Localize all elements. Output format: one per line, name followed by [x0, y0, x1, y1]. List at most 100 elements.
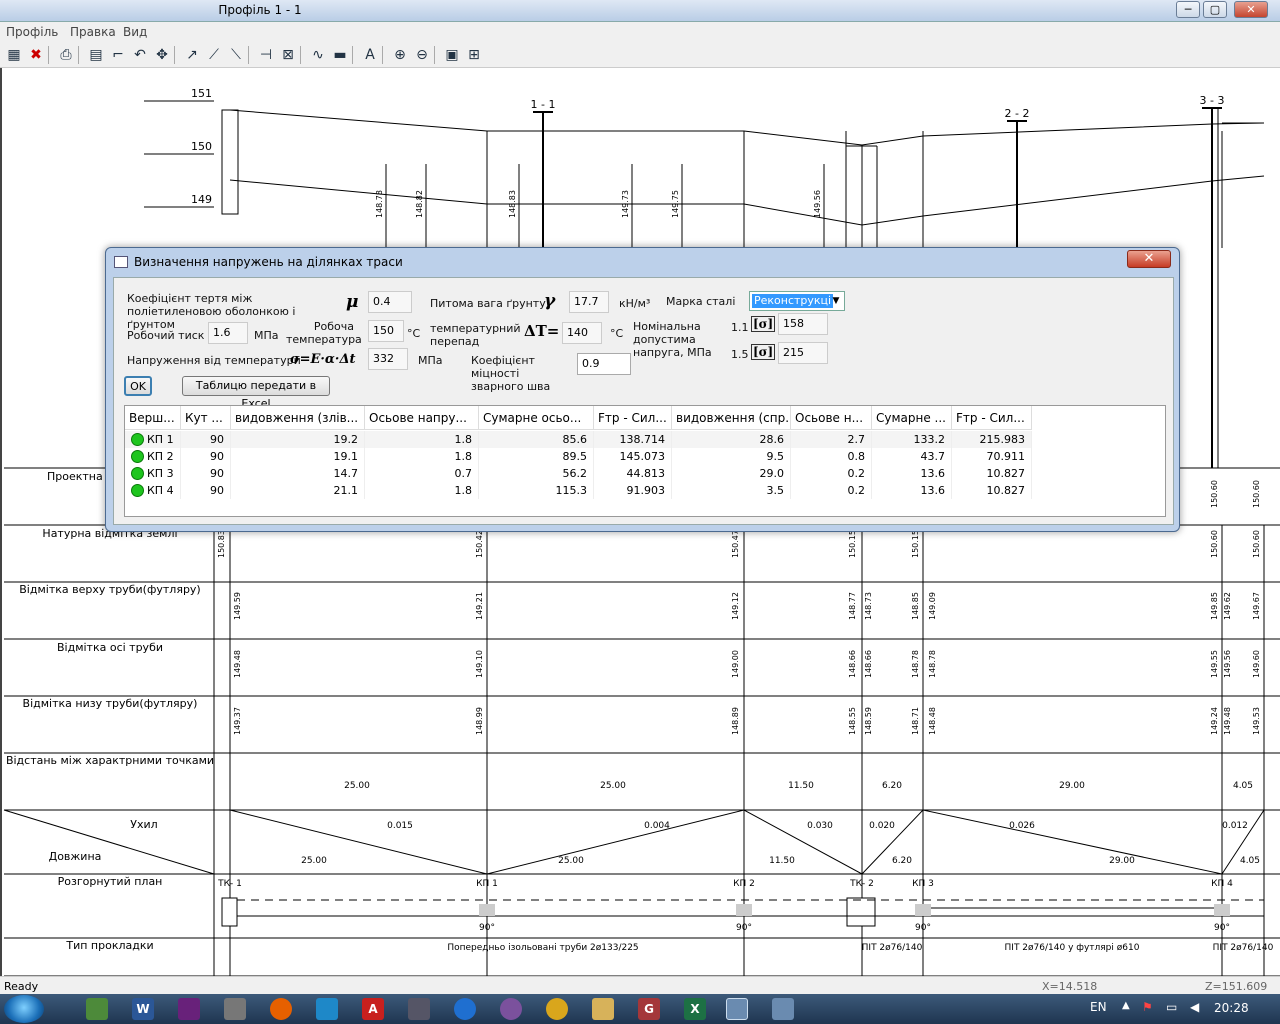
table-cell[interactable]: 10.827	[952, 465, 1032, 482]
temp-field[interactable]: 150	[368, 320, 404, 342]
column-header[interactable]: Кут ...	[181, 406, 231, 430]
flag-icon[interactable]: ⚑	[1142, 1000, 1153, 1014]
weld-field[interactable]: 0.9	[577, 353, 631, 375]
menu-profile[interactable]: Профіль	[6, 25, 58, 39]
print-icon[interactable]: ⎙	[56, 45, 76, 65]
select-icon[interactable]: ▣	[442, 45, 462, 65]
column-header[interactable]: Fтр - Сил...	[594, 406, 672, 430]
table-cell[interactable]: 14.7	[231, 465, 365, 482]
maximize-button[interactable]: ▢	[1203, 1, 1227, 18]
table-cell[interactable]: 13.6	[872, 482, 952, 499]
curve-icon[interactable]: ∿	[308, 45, 328, 65]
stress-table[interactable]: Верш... Кут ... видовження (злів... Осьове …	[124, 405, 1166, 517]
ok-button[interactable]: OK	[124, 376, 152, 396]
grid-icon[interactable]: ▦	[4, 45, 24, 65]
table-cell[interactable]: 21.1	[231, 482, 365, 499]
delete-icon[interactable]: ✖	[26, 45, 46, 65]
step-icon[interactable]: ⌐	[108, 45, 128, 65]
tray-arrow-icon[interactable]: ▲	[1122, 1000, 1130, 1011]
text-icon[interactable]: A	[360, 45, 380, 65]
table-cell[interactable]: 1.8	[365, 431, 479, 448]
line-edit-icon[interactable]: ↗	[182, 45, 202, 65]
table-cell[interactable]: 90	[181, 448, 231, 465]
table-cell[interactable]: 43.7	[872, 448, 952, 465]
table-cell[interactable]: 133.2	[872, 431, 952, 448]
steel-select[interactable]: Реконструкці ▼	[749, 291, 845, 311]
visual-studio-icon[interactable]	[178, 998, 200, 1020]
firefox-icon[interactable]	[270, 998, 292, 1020]
table-cell[interactable]: 19.2	[231, 431, 365, 448]
close-button[interactable]: ✕	[1234, 1, 1268, 18]
autocad-icon[interactable]: A	[362, 998, 384, 1020]
table-cell[interactable]: 70.911	[952, 448, 1032, 465]
dialog-close-button[interactable]: ✕	[1127, 250, 1171, 268]
nominal-15-field[interactable]: 215	[778, 342, 828, 364]
export-excel-button[interactable]: Таблицю передати в Excel	[182, 376, 330, 410]
chevron-down-icon[interactable]: ▼	[828, 292, 844, 310]
explorer-icon[interactable]	[316, 998, 338, 1020]
table-cell[interactable]: 138.714	[594, 431, 672, 448]
column-header[interactable]: Верш...	[125, 406, 181, 430]
column-header[interactable]: Сумарне ...	[872, 406, 952, 430]
word-icon[interactable]: W	[132, 998, 154, 1020]
section-icon[interactable]: ⊣	[256, 45, 276, 65]
column-header[interactable]: видовження (злів...	[231, 406, 365, 430]
excel-icon[interactable]: X	[684, 998, 706, 1020]
table-cell[interactable]: 0.8	[791, 448, 872, 465]
line-add-icon[interactable]: ⟋	[204, 45, 224, 65]
table-cell[interactable]: 56.2	[479, 465, 594, 482]
table-cell[interactable]: 145.073	[594, 448, 672, 465]
minimize-button[interactable]: ─	[1176, 1, 1200, 18]
language-indicator[interactable]: EN	[1090, 1000, 1107, 1014]
table-cell[interactable]: 215.983	[952, 431, 1032, 448]
table-cell[interactable]: 85.6	[479, 431, 594, 448]
menu-edit[interactable]: Правка	[70, 25, 116, 39]
table-cell[interactable]: 13.6	[872, 465, 952, 482]
table-cell[interactable]: 9.5	[672, 448, 791, 465]
section-del-icon[interactable]: ⊠	[278, 45, 298, 65]
table-cell[interactable]: 91.903	[594, 482, 672, 499]
zoom-out-icon[interactable]: ⊖	[412, 45, 432, 65]
nominal-11-field[interactable]: 158	[778, 313, 828, 335]
program-icon[interactable]	[408, 998, 430, 1020]
browser-icon[interactable]	[454, 998, 476, 1020]
network-icon[interactable]: ▭	[1166, 1000, 1177, 1014]
pressure-field[interactable]: 1.6	[208, 322, 248, 344]
table-cell[interactable]: 1.8	[365, 482, 479, 499]
column-header[interactable]: Fтр - Сил...	[952, 406, 1032, 430]
app-icon[interactable]	[772, 998, 794, 1020]
soil-weight-field[interactable]: 17.7	[569, 291, 609, 313]
table-cell[interactable]: 1.8	[365, 448, 479, 465]
column-header[interactable]: Сумарне осьо...	[479, 406, 594, 430]
table-cell[interactable]: 19.1	[231, 448, 365, 465]
chrome-icon[interactable]	[546, 998, 568, 1020]
thermal-field[interactable]: 332	[368, 348, 408, 370]
clock[interactable]: 20:28	[1214, 1001, 1249, 1015]
volume-icon[interactable]: ◀	[1190, 1000, 1199, 1014]
start-button[interactable]	[4, 995, 44, 1023]
table-cell[interactable]: 90	[181, 465, 231, 482]
tool-icon[interactable]	[224, 998, 246, 1020]
table-cell[interactable]: 115.3	[479, 482, 594, 499]
table-cell[interactable]: 90	[181, 431, 231, 448]
scale-icon[interactable]: ⊞	[464, 45, 484, 65]
tempdiff-field[interactable]: 140	[562, 322, 602, 344]
table-cell[interactable]: 89.5	[479, 448, 594, 465]
friction-field[interactable]: 0.4	[368, 291, 412, 313]
app-g-icon[interactable]: G	[638, 998, 660, 1020]
line-del-icon[interactable]: ⟍	[226, 45, 246, 65]
table-cell[interactable]: 2.7	[791, 431, 872, 448]
pipe-icon[interactable]: ▬	[330, 45, 350, 65]
zoom-in-icon[interactable]: ⊕	[390, 45, 410, 65]
menu-view[interactable]: Вид	[123, 25, 147, 39]
table-cell[interactable]: 0.2	[791, 465, 872, 482]
table-cell[interactable]: 3.5	[672, 482, 791, 499]
table-cell[interactable]: 10.827	[952, 482, 1032, 499]
viber-icon[interactable]	[500, 998, 522, 1020]
table-cell[interactable]: 28.6	[672, 431, 791, 448]
notepad-icon[interactable]	[86, 998, 108, 1020]
column-header[interactable]: видовження (спр...	[672, 406, 791, 430]
undo-icon[interactable]: ↶	[130, 45, 150, 65]
table-cell[interactable]: 90	[181, 482, 231, 499]
table-cell[interactable]: 29.0	[672, 465, 791, 482]
